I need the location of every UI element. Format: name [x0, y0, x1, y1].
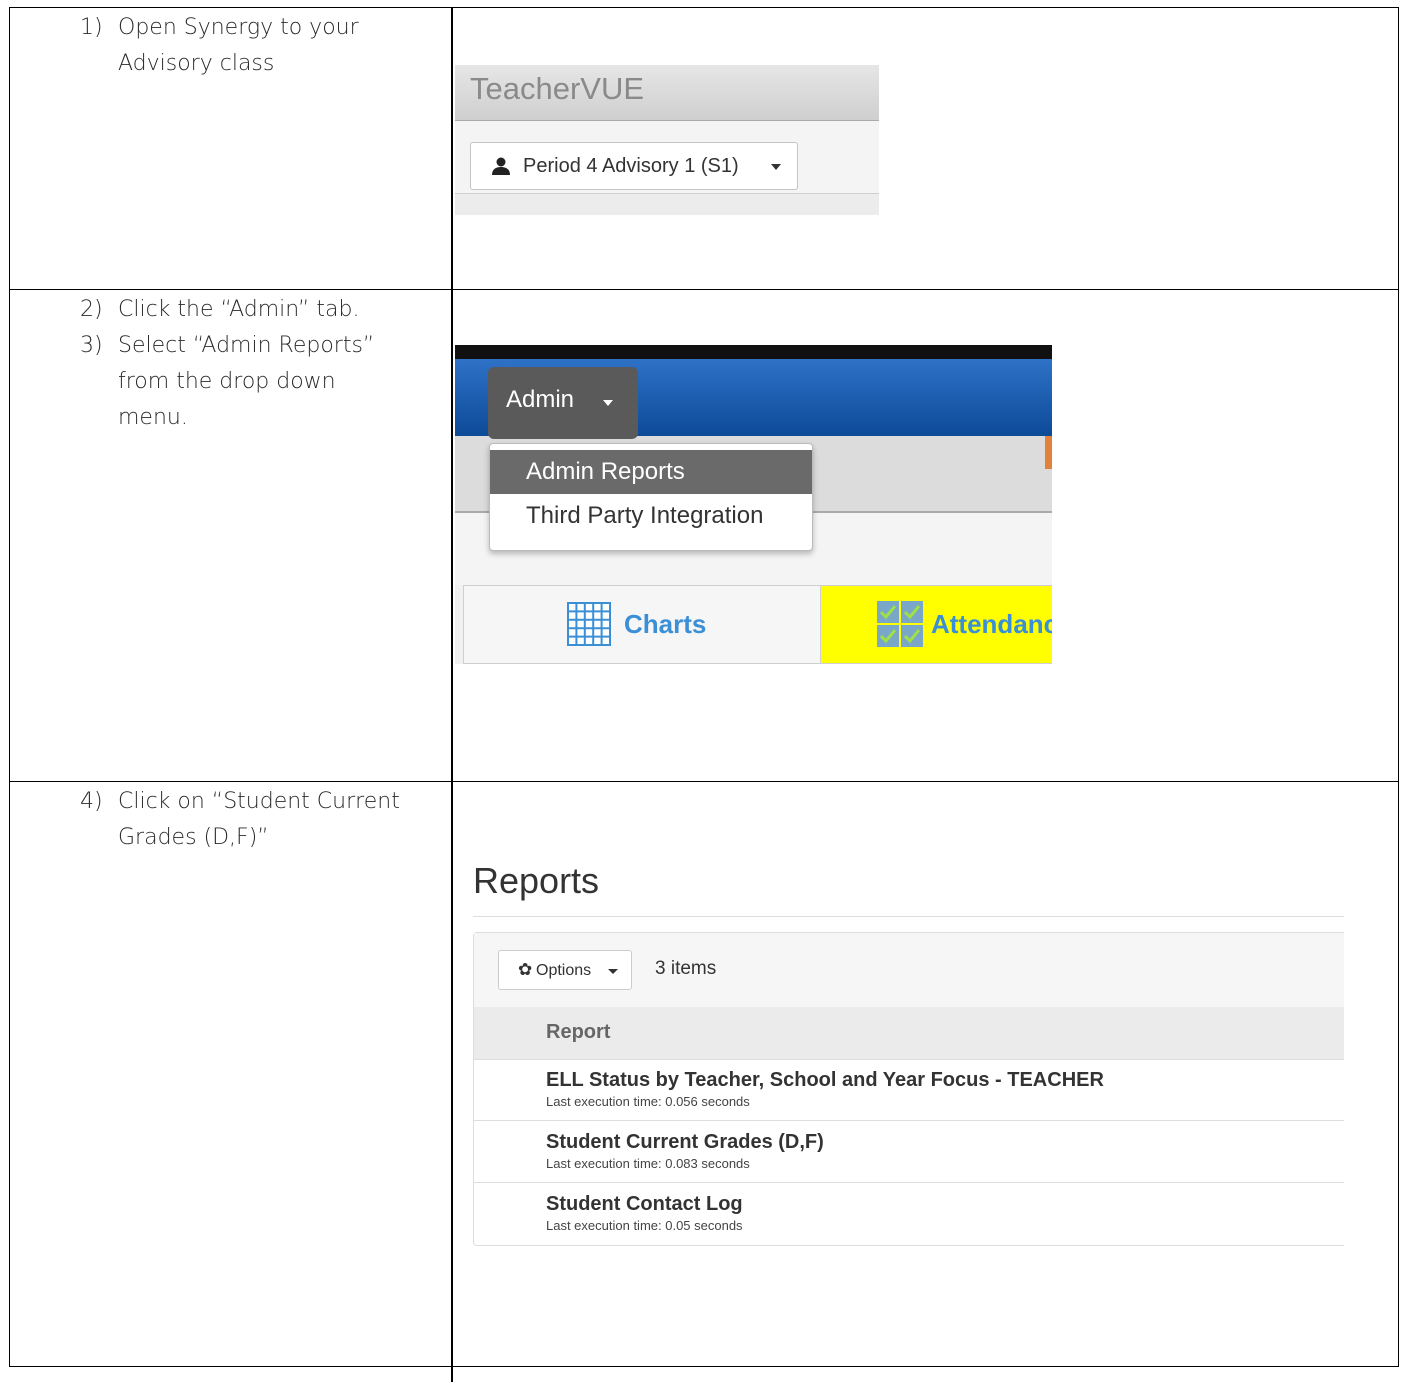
menu-item-third-party-integration[interactable]: Third Party Integration	[490, 494, 812, 538]
app-title: TeacherVUE	[470, 71, 645, 106]
step-text-line: Select “Admin Reports”	[118, 333, 375, 358]
toolbar-bottom	[455, 194, 879, 215]
report-title[interactable]: Student Contact Log	[546, 1193, 743, 1216]
column-header-report[interactable]: Report	[546, 1021, 610, 1044]
chevron-down-icon	[603, 400, 613, 406]
report-row[interactable]: ELL Status by Teacher, School and Year F…	[474, 1059, 1344, 1121]
step-text-line: Click the “Admin” tab.	[118, 297, 360, 322]
column-divider	[451, 290, 453, 781]
step-text-line: from the drop down	[118, 369, 336, 394]
tab-attendance-label: Attendanc	[931, 609, 1052, 639]
options-button[interactable]: ✿ Options	[498, 950, 632, 990]
item-count: 3 items	[655, 958, 717, 979]
gear-icon: ✿	[518, 960, 533, 979]
period-selector-label: Period 4 Advisory 1 (S1)	[523, 155, 739, 177]
reports-screenshot: Reports ✿ Options 3 items Report ELL Sta…	[470, 860, 1344, 1250]
tab-charts[interactable]: Charts	[463, 585, 821, 664]
tab-charts-label: Charts	[624, 609, 707, 639]
page-title: Reports	[473, 860, 600, 901]
report-row[interactable]: Student Current Grades (D,F) Last execut…	[474, 1121, 1344, 1183]
column-divider	[451, 782, 453, 1382]
chevron-down-icon	[771, 164, 781, 170]
chevron-down-icon	[608, 969, 618, 974]
step-item: 4) Click on “Student Current Grades (D,F…	[10, 784, 440, 856]
feature-tabs: Charts Attendanc	[455, 585, 1052, 664]
step-item: 3) Select “Admin Reports” from the drop …	[10, 328, 440, 436]
tab-attendance[interactable]: Attendanc	[821, 585, 1052, 664]
step-number: 2)	[80, 297, 103, 322]
report-title[interactable]: Student Current Grades (D,F)	[546, 1131, 824, 1154]
column-divider	[451, 8, 453, 289]
step-text-line: Advisory class	[118, 51, 275, 76]
admin-tab[interactable]: Admin	[488, 367, 638, 439]
report-title[interactable]: ELL Status by Teacher, School and Year F…	[546, 1069, 1104, 1092]
period-selector[interactable]: Period 4 Advisory 1 (S1)	[470, 142, 798, 190]
accent-line	[1045, 436, 1052, 469]
grid-icon	[567, 602, 611, 646]
report-execution-time: Last execution time: 0.056 seconds	[546, 1094, 750, 1109]
admin-tab-label: Admin	[506, 386, 575, 413]
checklist-icon	[877, 601, 923, 647]
top-strip	[455, 345, 1052, 359]
step-text-line: Grades (D,F)”	[118, 825, 269, 850]
teachervue-screenshot: TeacherVUE Period 4 Advisory 1 (S1)	[455, 65, 879, 215]
reports-panel: ✿ Options 3 items Report ELL Status by T…	[473, 932, 1344, 1246]
step-number: 4)	[80, 789, 103, 814]
options-button-label: Options	[536, 962, 592, 979]
step-text-line: Open Synergy to your	[118, 15, 359, 40]
step-item: 2) Click the “Admin” tab.	[10, 292, 440, 328]
report-row[interactable]: Student Contact Log Last execution time:…	[474, 1183, 1344, 1245]
step-item: 1) Open Synergy to your Advisory class	[10, 10, 440, 82]
step-text-line: menu.	[118, 405, 188, 430]
report-execution-time: Last execution time: 0.083 seconds	[546, 1156, 750, 1171]
app-header: TeacherVUE	[455, 65, 879, 121]
admin-menu-screenshot: Admin Admin Reports Third Party Integrat…	[455, 345, 1052, 664]
column-header: Report	[474, 1007, 1344, 1060]
step-list: 4) Click on “Student Current Grades (D,F…	[10, 784, 440, 856]
step-number: 3)	[80, 333, 103, 358]
report-execution-time: Last execution time: 0.05 seconds	[546, 1218, 743, 1233]
step-text-line: Click on “Student Current	[118, 789, 400, 814]
admin-dropdown-menu: Admin Reports Third Party Integration	[489, 443, 813, 551]
title-divider	[473, 916, 1344, 917]
user-icon	[492, 157, 510, 175]
step-list: 1) Open Synergy to your Advisory class	[10, 10, 440, 82]
menu-item-admin-reports[interactable]: Admin Reports	[490, 450, 812, 494]
step-list: 2) Click the “Admin” tab. 3) Select “Adm…	[10, 292, 440, 436]
panel-header: ✿ Options 3 items	[474, 933, 1344, 1008]
step-number: 1)	[80, 15, 103, 40]
